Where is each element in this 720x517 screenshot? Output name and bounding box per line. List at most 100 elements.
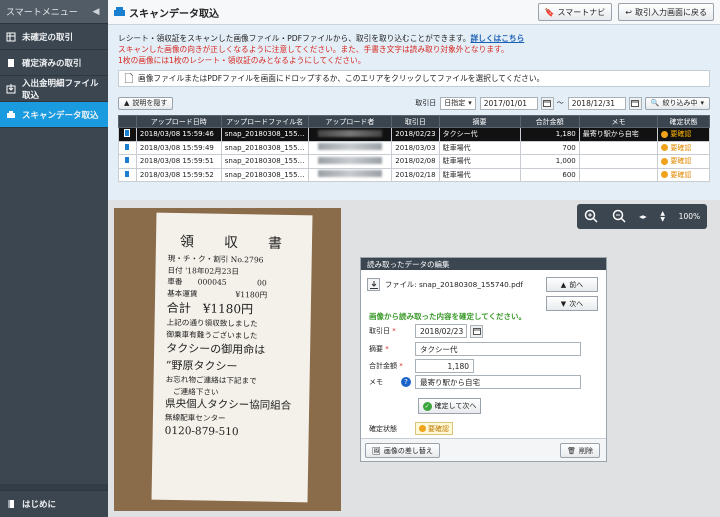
table-row[interactable]: 2018/03/08 15:59:49 snap_20180308_155… 2… bbox=[118, 140, 710, 155]
amount-field-label: 合計金額 * bbox=[369, 362, 403, 370]
sidebar-item-label: スキャンデータ取込 bbox=[22, 110, 99, 121]
warning-icon bbox=[661, 130, 669, 138]
next-button[interactable]: ▼ 次へ bbox=[546, 296, 598, 311]
fit-width-icon[interactable]: ◂▸ bbox=[639, 212, 647, 221]
description-label-text: 摘要 bbox=[369, 345, 383, 353]
zoom-level[interactable]: 100% bbox=[679, 212, 700, 221]
help-icon[interactable]: ? bbox=[401, 377, 411, 387]
description-text: レシート・領収証をスキャンした画像ファイル・PDFファイルから、取引を取り込むこ… bbox=[118, 34, 471, 43]
trash-icon: 🗑 bbox=[567, 446, 576, 455]
delete-button[interactable]: 🗑 削除 bbox=[560, 443, 600, 458]
date-field-label: 取引日 * bbox=[369, 327, 396, 335]
replace-image-button[interactable]: 🖼 画像の差し替え bbox=[365, 443, 440, 458]
status-cell: 要確認 bbox=[657, 167, 710, 182]
amount-field[interactable]: 1,180 bbox=[415, 359, 474, 373]
back-label: 取引入力画面に戻る bbox=[635, 7, 707, 17]
prev-button[interactable]: ▲ 前へ bbox=[546, 277, 598, 292]
date-to-input[interactable]: 2018/12/31 bbox=[567, 96, 626, 110]
scan-data-table: アップロード日時 アップロードファイル名 アップロード者 取引日 摘要 合計金額… bbox=[118, 115, 710, 182]
column-header bbox=[118, 115, 137, 128]
column-header[interactable]: 摘要 bbox=[438, 115, 521, 128]
uploader-cell-redacted bbox=[307, 167, 393, 182]
column-header[interactable]: メモ bbox=[578, 115, 659, 128]
date-cell: 2018/03/03 bbox=[391, 140, 440, 155]
calendar-icon[interactable] bbox=[540, 96, 554, 110]
check-icon: ✓ bbox=[422, 401, 432, 411]
sidebar-item-unconfirmed[interactable]: 未確定の取引 bbox=[0, 24, 108, 50]
description-field-row: 摘要 * タクシー代 bbox=[369, 342, 581, 356]
sidebar-item-label: はじめに bbox=[22, 500, 57, 510]
status-badge-label: 要確認 bbox=[428, 424, 449, 433]
memo-field[interactable]: 最寄り駅から自宅 bbox=[415, 375, 581, 389]
row-file-icon bbox=[118, 127, 137, 142]
memo-cell: 最寄り駅から自宅 bbox=[578, 127, 659, 142]
row-file-icon bbox=[118, 167, 137, 182]
column-header[interactable]: 確定状態 bbox=[657, 115, 710, 128]
amount-cell: 1,000 bbox=[519, 154, 580, 169]
status-badge: 要確認 bbox=[415, 422, 453, 435]
fit-height-icon[interactable]: ▲ ▼ bbox=[660, 210, 665, 223]
status-label: 要確認 bbox=[670, 157, 692, 165]
table-row[interactable]: 2018/03/08 15:59:52 snap_20180308_155… 2… bbox=[118, 167, 710, 182]
date-cell: 2018/02/23 bbox=[391, 127, 440, 142]
sidebar-item-confirmed[interactable]: 確定済みの取引 bbox=[0, 50, 108, 76]
image-icon: 🖼 bbox=[372, 446, 381, 455]
file-drop-zone[interactable]: 画像ファイルまたはPDFファイルを画面にドロップするか、このエリアをクリックして… bbox=[118, 70, 710, 87]
smart-navi-button[interactable]: 🔖 スマートナビ bbox=[537, 3, 613, 21]
date-cell: 2018/02/18 bbox=[391, 167, 440, 182]
column-header[interactable]: 合計金額 bbox=[519, 115, 580, 128]
chevron-down-icon: ▼ bbox=[560, 299, 567, 308]
amount-cell: 1,180 bbox=[519, 127, 580, 142]
next-label: 次へ bbox=[569, 299, 584, 308]
search-icon: 🔍 bbox=[650, 99, 660, 107]
memo-cell bbox=[578, 167, 659, 182]
table-row[interactable]: 2018/03/08 15:59:46 snap_20180308_155… 2… bbox=[118, 127, 710, 142]
column-header[interactable]: 取引日 bbox=[391, 115, 440, 128]
scan-data-icon bbox=[114, 6, 125, 19]
topbar: スキャンデータ取込 🔖 スマートナビ ↩ 取引入力画面に戻る bbox=[108, 0, 720, 25]
table-row[interactable]: 2018/03/08 15:59:51 snap_20180308_155… 2… bbox=[118, 154, 710, 169]
collapse-sidebar-icon[interactable]: ◀ bbox=[90, 6, 102, 18]
date-field[interactable]: 2018/02/23 bbox=[415, 324, 467, 338]
receipt-image[interactable]: 領 収 書 現・チ・ク・割引 No.2796 日付 '18年02月23日 車番 … bbox=[114, 208, 341, 511]
edit-panel: 読み取ったデータの編集 ファイル: snap_20180308_155740.p… bbox=[360, 257, 607, 462]
hide-description-button[interactable]: ▲ 説明を隠す bbox=[118, 96, 174, 110]
prev-label: 前へ bbox=[569, 280, 584, 289]
confirm-next-button[interactable]: ✓ 確定して次へ bbox=[418, 398, 481, 414]
row-file-icon bbox=[118, 140, 137, 155]
status-cell: 要確認 bbox=[657, 127, 710, 142]
details-link[interactable]: 詳しくはこちら bbox=[470, 34, 524, 43]
zoom-in-icon[interactable] bbox=[584, 209, 598, 225]
memo-cell bbox=[578, 154, 659, 169]
upload-time-cell: 2018/03/08 15:59:46 bbox=[135, 127, 222, 142]
description-field[interactable]: タクシー代 bbox=[415, 342, 581, 356]
description-cell: 駐車場代 bbox=[438, 167, 521, 182]
column-header[interactable]: アップロードファイル名 bbox=[220, 115, 309, 128]
amount-cell: 600 bbox=[519, 167, 580, 182]
date-from-input[interactable]: 2017/01/01 bbox=[479, 96, 538, 110]
sidebar-item-scan-import[interactable]: スキャンデータ取込 bbox=[0, 102, 108, 128]
column-header[interactable]: アップロード日時 bbox=[135, 115, 222, 128]
sidebar-header-label: スマートメニュー bbox=[6, 8, 78, 18]
date-cell: 2018/02/08 bbox=[391, 154, 440, 169]
edit-panel-title: 読み取ったデータの編集 bbox=[361, 258, 606, 270]
sidebar-item-label: 確定済みの取引 bbox=[22, 58, 82, 69]
status-label: 要確認 bbox=[670, 170, 692, 179]
narrow-filter-button[interactable]: 🔍 絞り込み中 ▾ bbox=[644, 96, 710, 110]
sidebar-item-getting-started[interactable]: はじめに bbox=[0, 490, 108, 517]
memo-field-row: メモ ? 最寄り駅から自宅 bbox=[369, 375, 581, 389]
calendar-icon[interactable] bbox=[470, 324, 483, 338]
calendar-icon[interactable] bbox=[628, 96, 642, 110]
confirm-next-label: 確定して次へ bbox=[434, 402, 477, 410]
drop-zone-label: 画像ファイルまたはPDFファイルを画面にドロップするか、このエリアをクリックして… bbox=[138, 74, 545, 83]
download-icon[interactable] bbox=[367, 278, 380, 291]
column-header[interactable]: アップロード者 bbox=[307, 115, 393, 128]
table-header-row: アップロード日時 アップロードファイル名 アップロード者 取引日 摘要 合計金額… bbox=[118, 115, 710, 128]
import-icon bbox=[6, 83, 16, 94]
file-name-cell: snap_20180308_155… bbox=[220, 127, 309, 142]
zoom-out-icon[interactable] bbox=[612, 209, 626, 225]
date-mode-select[interactable]: 日指定 ▾ bbox=[440, 96, 476, 110]
sidebar-item-statement-import[interactable]: 入出金明細ファイル取込 bbox=[0, 76, 108, 102]
description-cell: 駐車場代 bbox=[438, 140, 521, 155]
back-to-entry-button[interactable]: ↩ 取引入力画面に戻る bbox=[618, 3, 714, 21]
